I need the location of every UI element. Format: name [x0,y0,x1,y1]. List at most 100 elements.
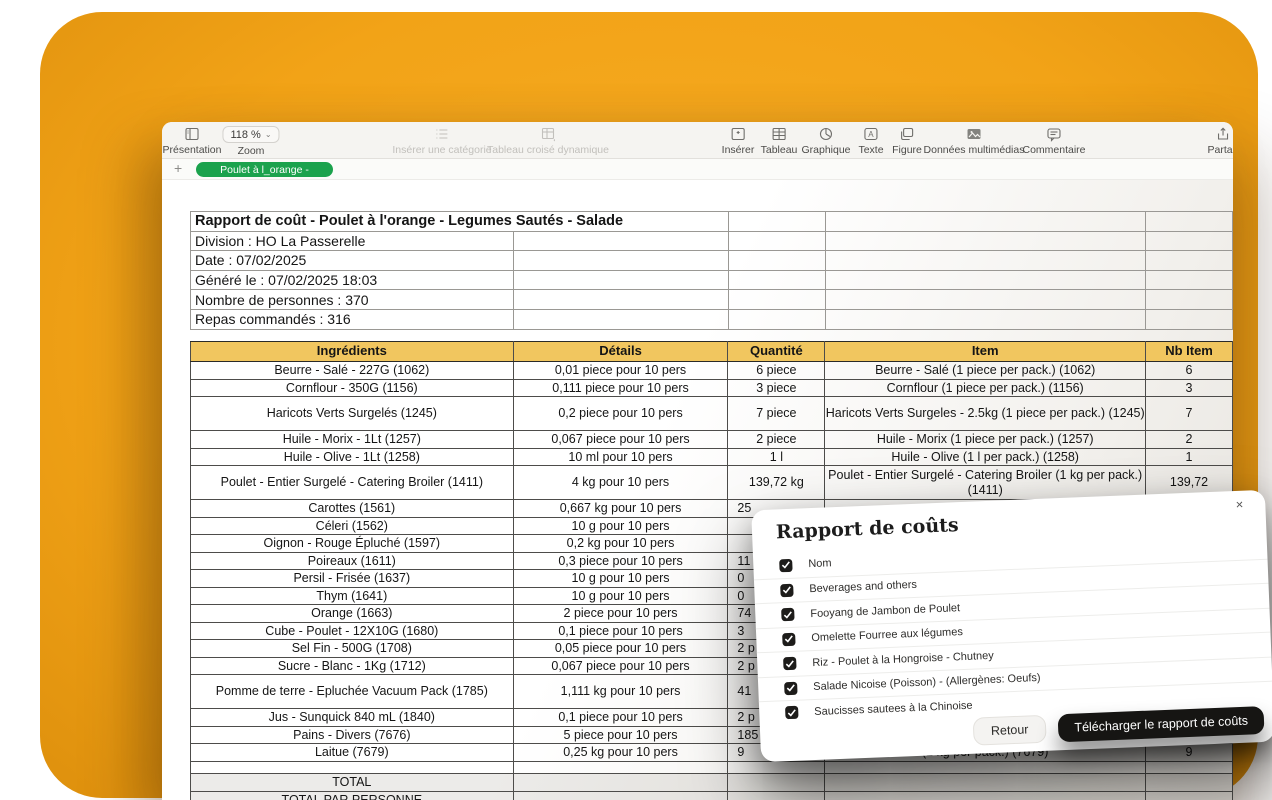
table-cell[interactable] [1146,761,1233,773]
header-cell[interactable] [728,290,825,310]
header-cell[interactable] [513,309,728,329]
table-cell[interactable]: 0,25 kg pour 10 pers [513,744,728,762]
header-cell[interactable] [825,270,1145,290]
table-cell[interactable] [728,761,825,773]
table-cell[interactable]: Laitue (7679) [191,744,514,762]
checkbox-checked-icon[interactable] [785,706,799,720]
table-cell[interactable]: 5 piece pour 10 pers [513,726,728,744]
add-sheet-button[interactable]: + [174,160,182,176]
table-cell[interactable]: 10 g pour 10 pers [513,517,728,535]
table-cell[interactable]: 1 [1146,448,1233,466]
table-cell[interactable]: 0,2 kg pour 10 pers [513,535,728,553]
toolbar-button-shape[interactable]: Figure [892,126,922,156]
checkbox-checked-icon[interactable] [784,681,798,695]
table-cell[interactable]: 10 g pour 10 pers [513,570,728,588]
table-cell[interactable]: Carottes (1561) [191,500,514,518]
table-cell[interactable]: Beurre - Salé - 227G (1062) [191,362,514,380]
total-cell[interactable] [825,773,1146,791]
table-cell[interactable]: 7 [1146,397,1233,431]
header-cell[interactable] [1146,231,1233,251]
total-cell[interactable] [728,773,825,791]
toolbar-button-text[interactable]: ATexte [858,126,883,156]
table-cell[interactable]: 0,067 piece pour 10 pers [513,657,728,675]
toolbar-button-insert[interactable]: Insérer [722,126,755,156]
total-cell[interactable]: TOTAL PAR PERSONNE [191,791,514,800]
close-icon[interactable]: × [1235,497,1243,512]
table-cell[interactable]: 139,72 kg [728,466,825,500]
header-cell[interactable] [1146,251,1233,271]
checkbox-checked-icon[interactable] [781,608,795,622]
table-cell[interactable]: 3 piece [728,379,825,397]
header-cell[interactable]: Nombre de personnes : 370 [191,290,514,310]
header-cell[interactable] [1146,212,1233,232]
table-cell[interactable]: Orange (1663) [191,605,514,623]
table-cell[interactable]: 2 piece [728,431,825,449]
header-cell[interactable] [513,231,728,251]
header-cell[interactable] [825,251,1145,271]
toolbar-button-zoom-value-button[interactable]: 118 %⌄Zoom [222,126,279,157]
total-cell[interactable]: TOTAL [191,773,514,791]
table-cell[interactable]: Sucre - Blanc - 1Kg (1712) [191,657,514,675]
table-cell[interactable]: Persil - Frisée (1637) [191,570,514,588]
table-cell[interactable]: 1 l [728,448,825,466]
table-cell[interactable]: 0,05 piece pour 10 pers [513,640,728,658]
table-cell[interactable]: 0,1 piece pour 10 pers [513,709,728,727]
table-cell[interactable]: 4 kg pour 10 pers [513,466,728,500]
table-cell[interactable]: Poulet - Entier Surgelé - Catering Broil… [191,466,514,500]
checkbox-checked-icon[interactable] [779,559,793,573]
table-cell[interactable]: Haricots Verts Surgeles - 2.5kg (1 piece… [825,397,1146,431]
table-cell[interactable]: 0,01 piece pour 10 pers [513,362,728,380]
table-cell[interactable]: 7 piece [728,397,825,431]
total-cell[interactable] [728,791,825,800]
toolbar-button-share[interactable]: Partag [1208,126,1233,156]
table-cell[interactable]: Céleri (1562) [191,517,514,535]
header-cell[interactable] [728,251,825,271]
header-cell[interactable]: Repas commandés : 316 [191,309,514,329]
retour-button[interactable]: Retour [972,715,1047,746]
table-cell[interactable]: 0,1 piece pour 10 pers [513,622,728,640]
header-cell[interactable] [1146,270,1233,290]
table-cell[interactable]: Huile - Morix - 1Lt (1257) [191,431,514,449]
table-cell[interactable]: 6 [1146,362,1233,380]
table-cell[interactable]: Cornflour - 350G (1156) [191,379,514,397]
header-cell[interactable]: Division : HO La Passerelle [191,231,514,251]
table-cell[interactable]: Huile - Olive (1 l per pack.) (1258) [825,448,1146,466]
header-cell[interactable] [825,231,1145,251]
table-cell[interactable]: 2 piece pour 10 pers [513,605,728,623]
column-header[interactable]: Item [825,342,1146,362]
table-cell[interactable]: 0,2 piece pour 10 pers [513,397,728,431]
table-cell[interactable]: 0,111 piece pour 10 pers [513,379,728,397]
table-cell[interactable]: Pains - Divers (7676) [191,726,514,744]
zoom-level-control[interactable]: 118 %⌄ [222,126,279,143]
column-header[interactable]: Ingrédients [191,342,514,362]
table-cell[interactable] [191,761,514,773]
table-cell[interactable]: Pomme de terre - Epluchée Vacuum Pack (1… [191,675,514,709]
table-cell[interactable] [513,761,728,773]
table-cell[interactable]: 3 [1146,379,1233,397]
table-cell[interactable]: Poulet - Entier Surgelé - Catering Broil… [825,466,1146,500]
table-cell[interactable]: 10 ml pour 10 pers [513,448,728,466]
toolbar-button-comment[interactable]: Commentaire [1022,126,1085,156]
toolbar-button-table[interactable]: Tableau [761,126,798,156]
header-cell[interactable] [728,309,825,329]
header-cell[interactable] [825,212,1145,232]
table-cell[interactable]: Jus - Sunquick 840 mL (1840) [191,709,514,727]
checkbox-checked-icon[interactable] [782,633,796,647]
total-cell[interactable] [825,791,1146,800]
header-cell[interactable] [825,290,1145,310]
checkbox-checked-icon[interactable] [783,657,797,671]
column-header[interactable]: Quantité [728,342,825,362]
total-cell[interactable] [513,791,728,800]
table-cell[interactable]: 10 g pour 10 pers [513,587,728,605]
header-cell[interactable] [513,270,728,290]
header-cell[interactable]: Date : 07/02/2025 [191,251,514,271]
table-cell[interactable]: 6 piece [728,362,825,380]
header-cell[interactable]: Généré le : 07/02/2025 18:03 [191,270,514,290]
total-cell[interactable] [1146,791,1233,800]
table-cell[interactable]: Huile - Olive - 1Lt (1258) [191,448,514,466]
header-cell[interactable] [825,309,1145,329]
table-cell[interactable]: Oignon - Rouge Épluché (1597) [191,535,514,553]
sheet-tab[interactable]: Poulet à l_orange - [196,162,333,177]
header-cell[interactable] [728,212,825,232]
table-cell[interactable] [825,761,1146,773]
